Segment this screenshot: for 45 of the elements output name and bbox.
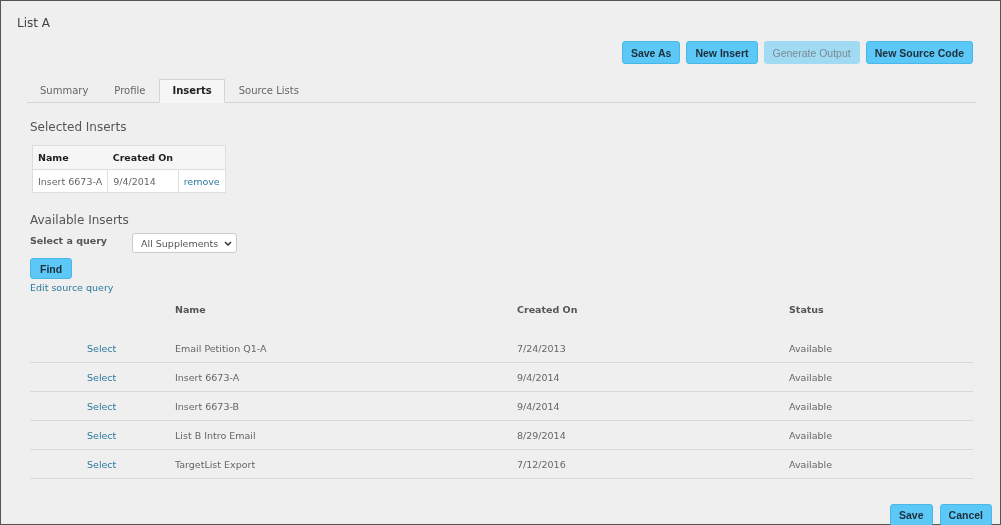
remove-link[interactable]: remove (183, 175, 220, 187)
table-cell: Insert 6673-B (175, 391, 517, 421)
table-cell: 7/24/2013 (517, 334, 789, 363)
table-cell: Available (789, 391, 973, 421)
table-cell: List B Intro Email (175, 420, 517, 450)
table-cell: TargetList Export (175, 449, 517, 479)
column-header: Created On (517, 302, 789, 334)
table-cell: 9/4/2014 (517, 391, 789, 421)
table-cell: 9/4/2014 (107, 169, 179, 193)
select-link[interactable]: Select (87, 458, 117, 470)
section-heading: Selected Inserts (30, 120, 128, 136)
column-header: Name (175, 302, 517, 334)
table-cell: 9/4/2014 (517, 362, 789, 392)
table-cell: Available (789, 362, 973, 392)
toolbar-button[interactable]: Save As (621, 41, 681, 64)
select-link[interactable]: Select (87, 400, 117, 412)
table-cell: Available (789, 420, 973, 450)
table-cell: 8/29/2014 (517, 420, 789, 450)
table-cell: Available (789, 334, 973, 363)
select-link[interactable]: Select (87, 342, 117, 354)
page-title: List A (17, 15, 51, 31)
table-cell: 7/12/2016 (517, 449, 789, 479)
tab[interactable]: Summary (27, 79, 102, 102)
column-header: Created On (107, 145, 179, 170)
table-cell: Insert 6673-A (175, 362, 517, 392)
chevron-down-icon (224, 240, 233, 246)
select-link[interactable]: Select (87, 429, 117, 441)
tab[interactable]: Inserts (159, 79, 225, 103)
select-link[interactable]: Select (87, 371, 117, 383)
edit-query-link[interactable]: Edit source query (30, 282, 114, 293)
query-dropdown[interactable]: All Supplements (132, 233, 238, 253)
footer-button[interactable]: Save (890, 504, 933, 525)
section-heading: Available Inserts (30, 213, 130, 229)
table-cell: Email Petition Q1-A (175, 334, 517, 363)
find-button[interactable]: Find (30, 258, 73, 279)
footer-button[interactable]: Cancel (939, 504, 992, 525)
tab[interactable]: Profile (101, 79, 159, 102)
column-header: Status (789, 303, 825, 317)
toolbar-button[interactable]: New Insert (686, 41, 758, 64)
table-cell: Insert 6673-A (32, 169, 108, 193)
tab[interactable]: Source Lists (225, 79, 312, 102)
field-label: Select a query (30, 235, 109, 246)
column-header: Name (32, 145, 108, 170)
table-cell: Available (789, 449, 973, 479)
toolbar-button[interactable]: New Source Code (865, 41, 973, 64)
